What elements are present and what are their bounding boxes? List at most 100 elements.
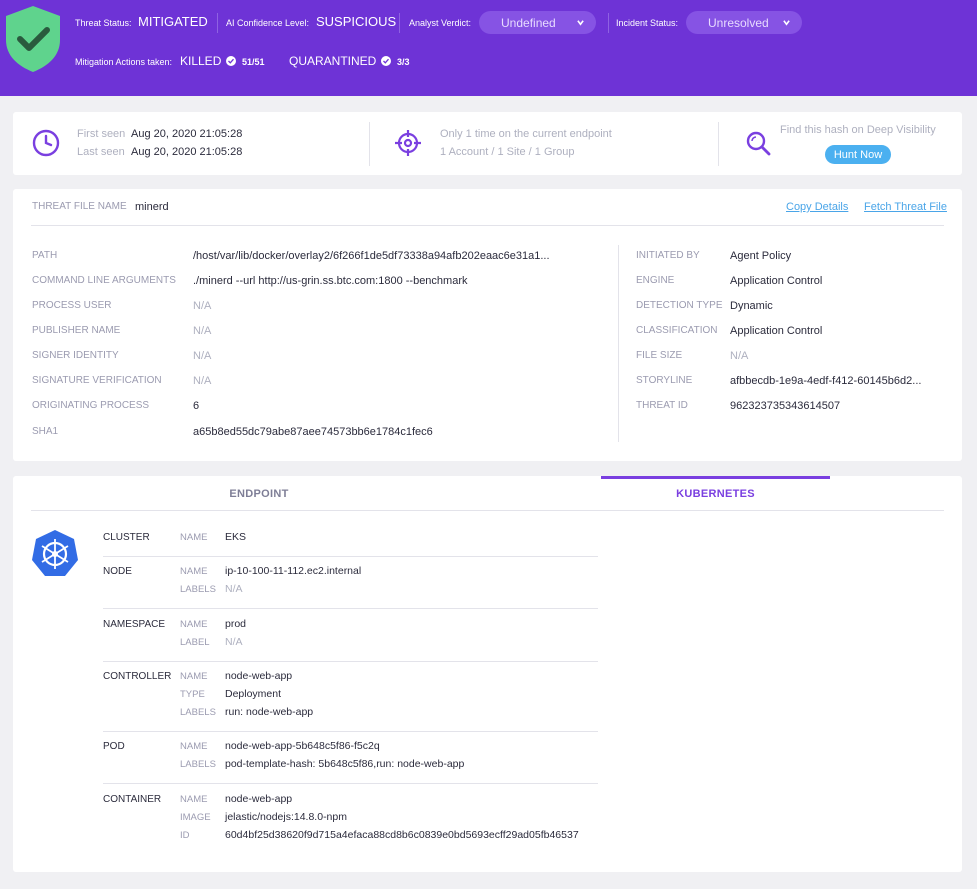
container-name-value: node-web-app (225, 793, 293, 805)
magnifier-icon (746, 131, 771, 156)
detection-type-value: Dynamic (730, 300, 773, 312)
cluster-section-label: CLUSTER (103, 532, 150, 543)
quarantined-label: QUARANTINED (289, 54, 377, 68)
hunt-now-button[interactable]: Hunt Now (825, 145, 891, 164)
originating-process-value: 6 (193, 400, 200, 412)
killed-count: 51/51 (242, 57, 265, 67)
tab-bar-separator (31, 510, 944, 511)
threat-file-separator (31, 225, 944, 226)
pod-name-value: node-web-app-5b648c5f86-f5c2q (225, 740, 380, 752)
clock-icon (32, 129, 60, 157)
k8s-row-separator (103, 731, 598, 732)
initiated-by-value: Agent Policy (730, 250, 792, 262)
classification-value: Application Control (730, 325, 823, 337)
node-labels-key: LABELS (180, 584, 216, 595)
namespace-section-label: NAMESPACE (103, 619, 166, 630)
signer-identity-label: SIGNER IDENTITY (32, 350, 119, 361)
command-line-label: COMMAND LINE ARGUMENTS (32, 275, 176, 286)
classification-label: CLASSIFICATION (636, 325, 718, 336)
summary-divider (369, 122, 370, 166)
pod-labels-value: pod-template-hash: 5b648c5f86,run: node-… (225, 758, 465, 770)
sha1-value: a65b8ed55dc79abe87aee74573bb6e1784c1fec6 (193, 426, 433, 438)
tab-kubernetes[interactable]: KUBERNETES (601, 478, 830, 510)
file-size-label: FILE SIZE (636, 350, 683, 361)
summary-divider (718, 122, 719, 166)
first-seen-value: Aug 20, 2020 21:05:28 (131, 128, 243, 140)
k8s-row-separator (103, 661, 598, 662)
k8s-row-separator (103, 783, 598, 784)
controller-labels-value: run: node-web-app (225, 706, 314, 718)
header-divider (608, 13, 609, 33)
last-seen-label: Last seen (77, 146, 125, 158)
active-tab-indicator (601, 476, 830, 479)
tab-endpoint[interactable]: ENDPOINT (31, 478, 487, 510)
last-seen-value: Aug 20, 2020 21:05:28 (131, 146, 243, 158)
kubernetes-icon (32, 530, 78, 576)
analyst-verdict-label: Analyst Verdict: (409, 18, 472, 28)
container-section-label: CONTAINER (103, 794, 162, 805)
ai-confidence-value: SUSPICIOUS (316, 14, 397, 29)
container-image-value: jelastic/nodejs:14.8.0-npm (225, 811, 347, 823)
pod-labels-key: LABELS (180, 759, 216, 770)
chevron-down-icon (783, 20, 790, 26)
originating-process-label: ORIGINATING PROCESS (32, 400, 150, 411)
threat-header: Threat Status: MITIGATED AI Confidence L… (0, 0, 977, 96)
controller-name-key: NAME (180, 671, 208, 682)
crosshair-icon (395, 130, 421, 156)
threat-id-label: THREAT ID (636, 400, 688, 411)
container-name-key: NAME (180, 794, 208, 805)
node-name-value: ip-10-100-11-112.ec2.internal (225, 565, 362, 577)
path-value: /host/var/lib/docker/overlay2/6f266f1de5… (193, 250, 550, 262)
details-divider (618, 245, 619, 442)
endpoint-occurrence-text: Only 1 time on the current endpoint (440, 128, 612, 140)
signature-verification-value: N/A (193, 375, 212, 387)
threat-id-value: 962323735343614507 (730, 400, 841, 412)
quarantined-count: 3/3 (397, 57, 410, 67)
threat-status-value: MITIGATED (138, 14, 208, 29)
container-id-key: ID (180, 830, 190, 841)
incident-status-value: Unresolved (708, 15, 769, 30)
incident-status-label: Incident Status: (616, 18, 679, 28)
command-line-value: ./minerd --url http://us-grin.ss.btc.com… (193, 275, 468, 287)
deep-visibility-text: Find this hash on Deep Visibility (780, 124, 936, 136)
threat-file-name-label: THREAT FILE NAME (32, 201, 127, 212)
header-divider (217, 13, 218, 33)
publisher-name-label: PUBLISHER NAME (32, 325, 121, 336)
namespace-label-value: N/A (225, 636, 243, 648)
copy-details-link[interactable]: Copy Details (786, 201, 848, 213)
cluster-name-key: NAME (180, 532, 208, 543)
threat-status-label: Threat Status: (75, 18, 132, 28)
first-seen-label: First seen (77, 128, 126, 140)
controller-name-value: node-web-app (225, 670, 293, 682)
signature-verification-label: SIGNATURE VERIFICATION (32, 375, 162, 386)
controller-type-value: Deployment (225, 688, 282, 700)
k8s-row-separator (103, 608, 598, 609)
incident-status-dropdown[interactable]: Unresolved (686, 11, 802, 34)
killed-label: KILLED (180, 54, 222, 68)
storyline-label: STORYLINE (636, 375, 693, 386)
namespace-name-key: NAME (180, 619, 208, 630)
header-divider (399, 13, 400, 33)
path-label: PATH (32, 250, 58, 261)
fetch-threat-file-link[interactable]: Fetch Threat File (864, 201, 947, 213)
detection-type-label: DETECTION TYPE (636, 300, 723, 311)
node-labels-value: N/A (225, 583, 243, 595)
cluster-name-value: EKS (225, 531, 247, 543)
engine-value: Application Control (730, 275, 823, 287)
chevron-down-icon (577, 20, 584, 26)
initiated-by-label: INITIATED BY (636, 250, 700, 261)
publisher-name-value: N/A (193, 325, 212, 337)
controller-section-label: CONTROLLER (103, 671, 172, 682)
container-id-value: 60d4bf25d38620f9d715a4efaca88cd8b6c0839e… (225, 829, 579, 841)
k8s-row-separator (103, 556, 598, 557)
analyst-verdict-dropdown[interactable]: Undefined (479, 11, 596, 34)
check-circle-icon (226, 56, 236, 66)
namespace-label-key: LABEL (180, 637, 210, 648)
node-section-label: NODE (103, 566, 132, 577)
controller-labels-key: LABELS (180, 707, 216, 718)
engine-label: ENGINE (636, 275, 675, 286)
container-image-key: IMAGE (180, 812, 211, 823)
storyline-value: afbbecdb-1e9a-4edf-f412-60145b6d2... (730, 375, 922, 387)
pod-section-label: POD (103, 741, 125, 752)
endpoint-scope-text: 1 Account / 1 Site / 1 Group (440, 146, 575, 158)
